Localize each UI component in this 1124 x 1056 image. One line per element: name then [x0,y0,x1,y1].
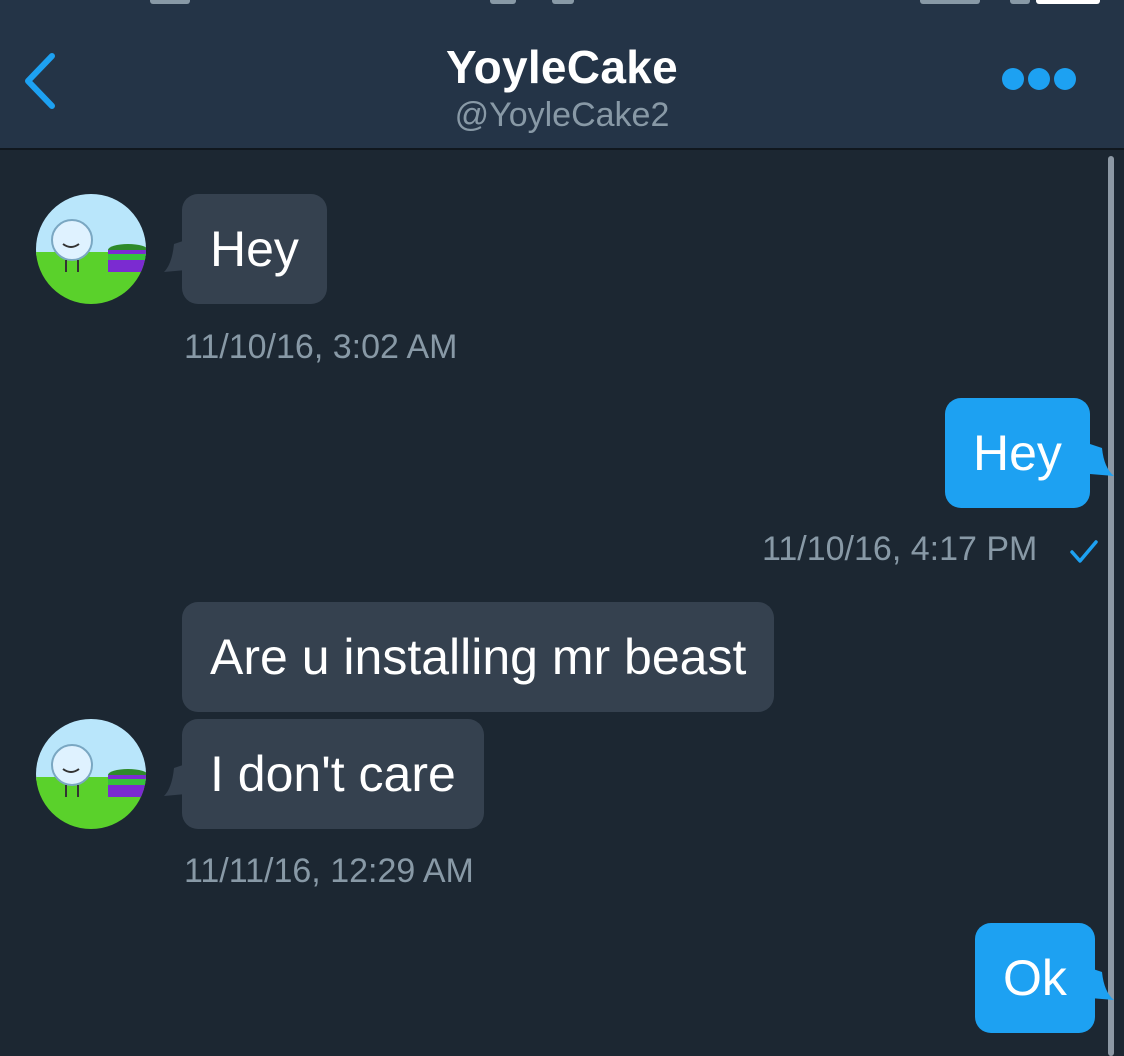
message-bubble-incoming[interactable]: I don't care [182,719,484,829]
contact-handle: @YoyleCake2 [454,96,670,134]
bubble-tail [1090,968,1114,1000]
more-horizontal-icon [1054,68,1076,90]
more-horizontal-icon [1002,68,1024,90]
contact-name: YoyleCake [446,41,678,93]
more-options-button[interactable] [1002,66,1078,94]
message-bubble-incoming[interactable]: Hey [182,194,327,304]
avatar-image [36,719,146,829]
message-timestamp: 11/11/16, 12:29 AM [184,852,474,890]
bubble-tail [1090,444,1114,476]
message-timestamp: 11/10/16, 3:02 AM [184,328,458,366]
avatar[interactable] [36,719,146,829]
avatar-image [36,194,146,304]
conversation-header: YoyleCake @YoyleCake2 [0,0,1124,150]
checkmark-icon [1070,540,1098,563]
more-horizontal-icon [1028,68,1050,90]
avatar[interactable] [36,194,146,304]
message-timestamp: 11/10/16, 4:17 PM [762,530,1038,568]
status-bar-remnant [0,0,1124,6]
message-bubble-outgoing[interactable]: Ok [975,923,1095,1033]
message-bubble-outgoing[interactable]: Hey [945,398,1090,508]
scrollbar[interactable] [1108,156,1114,1056]
message-bubble-incoming[interactable]: Are u installing mr beast [182,602,775,712]
